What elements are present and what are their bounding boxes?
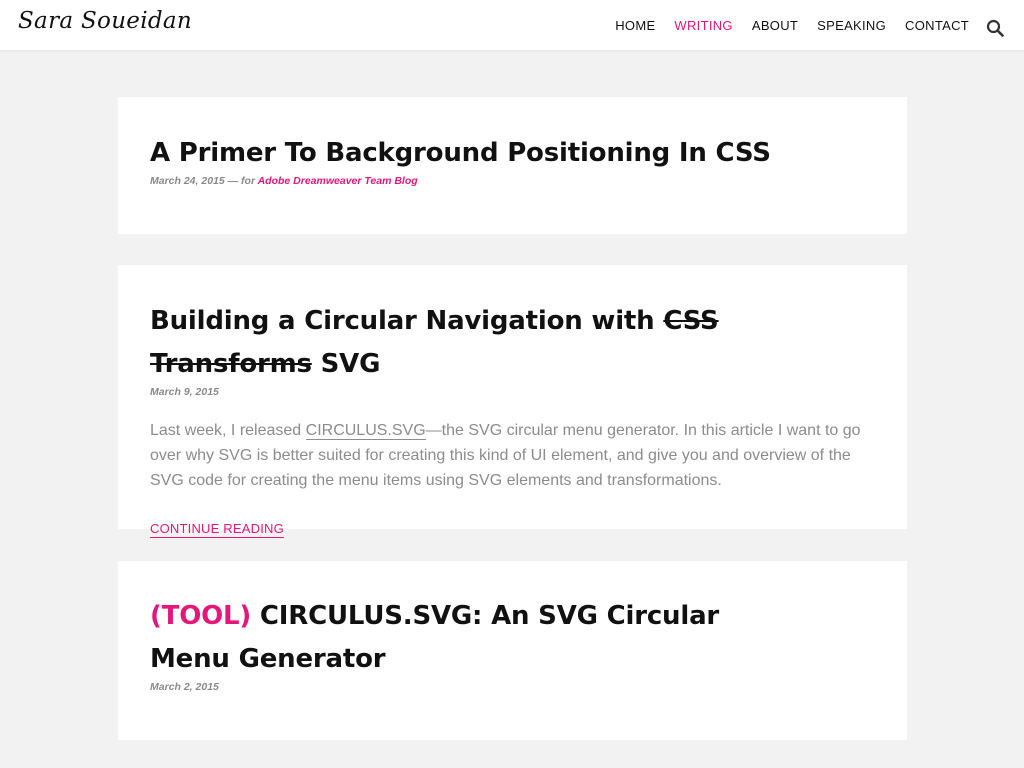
excerpt-text: Last week, I released	[150, 422, 306, 439]
post-meta: March 9, 2015	[150, 386, 875, 398]
post-date: March 9, 2015	[150, 386, 219, 398]
title-part: Building a Circular Navigation with	[150, 306, 664, 336]
post-date: March 2, 2015	[150, 681, 219, 693]
post-title-link[interactable]: A Primer To Background Positioning In CS…	[150, 138, 771, 168]
continue-reading-link[interactable]: CONTINUE READING	[150, 521, 284, 538]
post-title[interactable]: Building a Circular Navigation with CSS …	[150, 300, 875, 386]
nav-writing[interactable]: WRITING	[674, 18, 732, 33]
post-tag: (TOOL)	[150, 601, 252, 631]
nav-home[interactable]: HOME	[615, 18, 655, 33]
nav-speaking[interactable]: SPEAKING	[817, 18, 886, 33]
post-card: Building a Circular Navigation with CSS …	[118, 265, 907, 538]
post-meta: March 24, 2015 — for Adobe Dreamweaver T…	[150, 175, 875, 187]
meta-separator: — for	[224, 175, 258, 187]
title-part: SVG	[311, 349, 381, 379]
post-excerpt: Last week, I released CIRCULUS.SVG—the S…	[150, 418, 875, 493]
nav-contact[interactable]: CONTACT	[905, 18, 969, 33]
post-source-link[interactable]: Adobe Dreamweaver Team Blog	[258, 175, 418, 187]
main-nav: HOME WRITING ABOUT SPEAKING CONTACT	[615, 18, 969, 33]
nav-about[interactable]: ABOUT	[752, 18, 798, 33]
post-meta: March 2, 2015	[150, 681, 875, 693]
post-title[interactable]: A Primer To Background Positioning In CS…	[150, 132, 875, 175]
post-date: March 24, 2015	[150, 175, 225, 187]
post-title-link[interactable]: Building a Circular Navigation with CSS …	[150, 306, 719, 379]
post-card: A Primer To Background Positioning In CS…	[118, 97, 907, 234]
post-title[interactable]: (TOOL) CIRCULUS.SVG: An SVG Circular Men…	[150, 595, 770, 681]
site-logo[interactable]: Sara Soueidan	[18, 8, 192, 34]
excerpt-link[interactable]: CIRCULUS.SVG	[305, 422, 426, 440]
search-icon[interactable]	[986, 19, 1004, 37]
post-card: (TOOL) CIRCULUS.SVG: An SVG Circular Men…	[118, 561, 907, 740]
post-title-link[interactable]: (TOOL) CIRCULUS.SVG: An SVG Circular Men…	[150, 601, 719, 674]
site-header: Sara Soueidan HOME WRITING ABOUT SPEAKIN…	[0, 0, 1024, 50]
